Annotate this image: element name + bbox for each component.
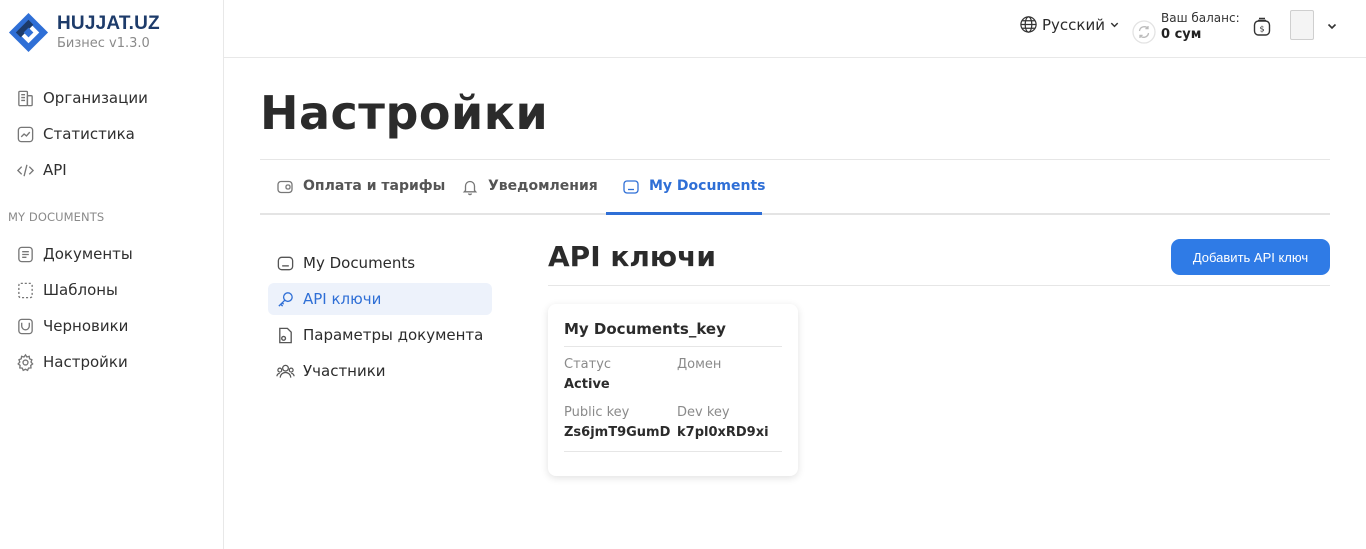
balance-label: Ваш баланс:: [1161, 10, 1240, 25]
tab-label: Оплата и тарифы: [303, 178, 446, 194]
logo[interactable]: HUJJAT.UZ Бизнес v1.3.0: [8, 12, 160, 53]
gear-icon: [17, 353, 34, 371]
sidebar-item-label: Настройки: [43, 353, 128, 371]
sidebar-item-label: Статистика: [43, 125, 135, 143]
brand-version: Бизнес v1.3.0: [57, 35, 150, 51]
active-tab-indicator: [606, 212, 762, 215]
add-api-key-button[interactable]: Добавить API ключ: [1171, 239, 1330, 275]
submenu-item-label: Параметры документа: [303, 326, 484, 344]
api-key-card[interactable]: My Documents_key Статус Active Домен Pub…: [548, 304, 798, 476]
language-label: Русский: [1042, 15, 1105, 34]
submenu-item-my-documents[interactable]: My Documents: [268, 247, 492, 279]
users-icon: [276, 364, 295, 378]
sidebar: HUJJAT.UZ Бизнес v1.3.0 Организации Стат…: [0, 0, 224, 549]
card-divider: [564, 451, 782, 452]
page-title: Настройки: [260, 86, 549, 140]
tab-my-documents[interactable]: My Documents: [622, 178, 766, 214]
submenu-item-participants[interactable]: Участники: [268, 355, 492, 387]
chart-icon: [17, 126, 34, 142]
sidebar-item-statistics[interactable]: Статистика: [16, 122, 135, 146]
sidebar-item-label: Документы: [43, 245, 133, 263]
balance-widget: Ваш баланс: 0 сум: [1132, 8, 1240, 44]
globe-icon: [1020, 16, 1037, 33]
public-key-value: Zs6jmT9GumD: [564, 425, 671, 440]
submenu-item-document-settings[interactable]: Параметры документа: [268, 319, 492, 351]
sidebar-item-label: API: [43, 161, 67, 179]
inbox-icon: [623, 180, 639, 194]
sidebar-item-documents[interactable]: Документы: [16, 242, 133, 266]
submenu-item-label: API ключи: [303, 290, 382, 308]
brand-name: HUJJAT.UZ: [57, 12, 160, 34]
chevron-down-icon: [1110, 22, 1119, 28]
card-divider: [564, 346, 782, 347]
wallet-icon: [277, 180, 293, 194]
sidebar-item-drafts[interactable]: Черновики: [16, 314, 128, 338]
section-divider: [548, 285, 1330, 286]
sidebar-item-templates[interactable]: Шаблоны: [16, 278, 118, 302]
title-divider: [260, 159, 1330, 160]
sidebar-item-organizations[interactable]: Организации: [16, 86, 148, 110]
submenu-item-api-keys[interactable]: API ключи: [268, 283, 492, 315]
draft-icon: [18, 318, 33, 334]
logo-mark-icon: [8, 12, 49, 53]
tab-label: My Documents: [649, 178, 766, 194]
tab-payment-plans[interactable]: Оплата и тарифы: [276, 178, 445, 214]
dev-key-value: k7pl0xRD9xi: [677, 425, 769, 440]
sidebar-item-label: Черновики: [43, 317, 129, 335]
sidebar-item-api[interactable]: API: [16, 158, 67, 182]
api-key-name: My Documents_key: [564, 320, 726, 338]
sidebar-item-label: Организации: [43, 89, 148, 107]
public-key-label: Public key: [564, 405, 630, 420]
status-label: Статус: [564, 357, 612, 372]
wallet-icon[interactable]: $: [1251, 16, 1273, 38]
tab-label: Уведомления: [488, 178, 598, 194]
key-icon: [278, 291, 293, 307]
sidebar-item-settings[interactable]: Настройки: [16, 350, 128, 374]
sidebar-section-label: MY DOCUMENTS: [8, 210, 105, 224]
top-bar: Русский Ваш баланс: 0 сум $: [224, 0, 1366, 58]
inbox-icon: [277, 256, 294, 270]
file-settings-icon: [279, 327, 292, 343]
balance-value: 0 сум: [1161, 26, 1202, 42]
template-icon: [18, 282, 33, 298]
submenu-item-label: My Documents: [303, 254, 416, 272]
section-title: API ключи: [548, 240, 716, 273]
building-icon: [18, 90, 33, 106]
tabs-divider: [260, 213, 1330, 215]
svg-text:$: $: [1259, 25, 1264, 34]
refresh-icon[interactable]: [1132, 20, 1156, 44]
sidebar-item-label: Шаблоны: [43, 281, 118, 299]
avatar[interactable]: [1290, 10, 1314, 40]
document-icon: [18, 246, 33, 262]
dev-key-label: Dev key: [677, 405, 730, 420]
status-value: Active: [564, 377, 610, 392]
code-icon: [16, 164, 35, 176]
language-selector[interactable]: Русский: [1019, 15, 1120, 34]
domain-label: Домен: [677, 357, 722, 372]
submenu-item-label: Участники: [303, 362, 386, 380]
bell-icon: [462, 180, 478, 196]
chevron-down-icon[interactable]: [1326, 20, 1338, 32]
tab-notifications[interactable]: Уведомления: [461, 178, 598, 214]
